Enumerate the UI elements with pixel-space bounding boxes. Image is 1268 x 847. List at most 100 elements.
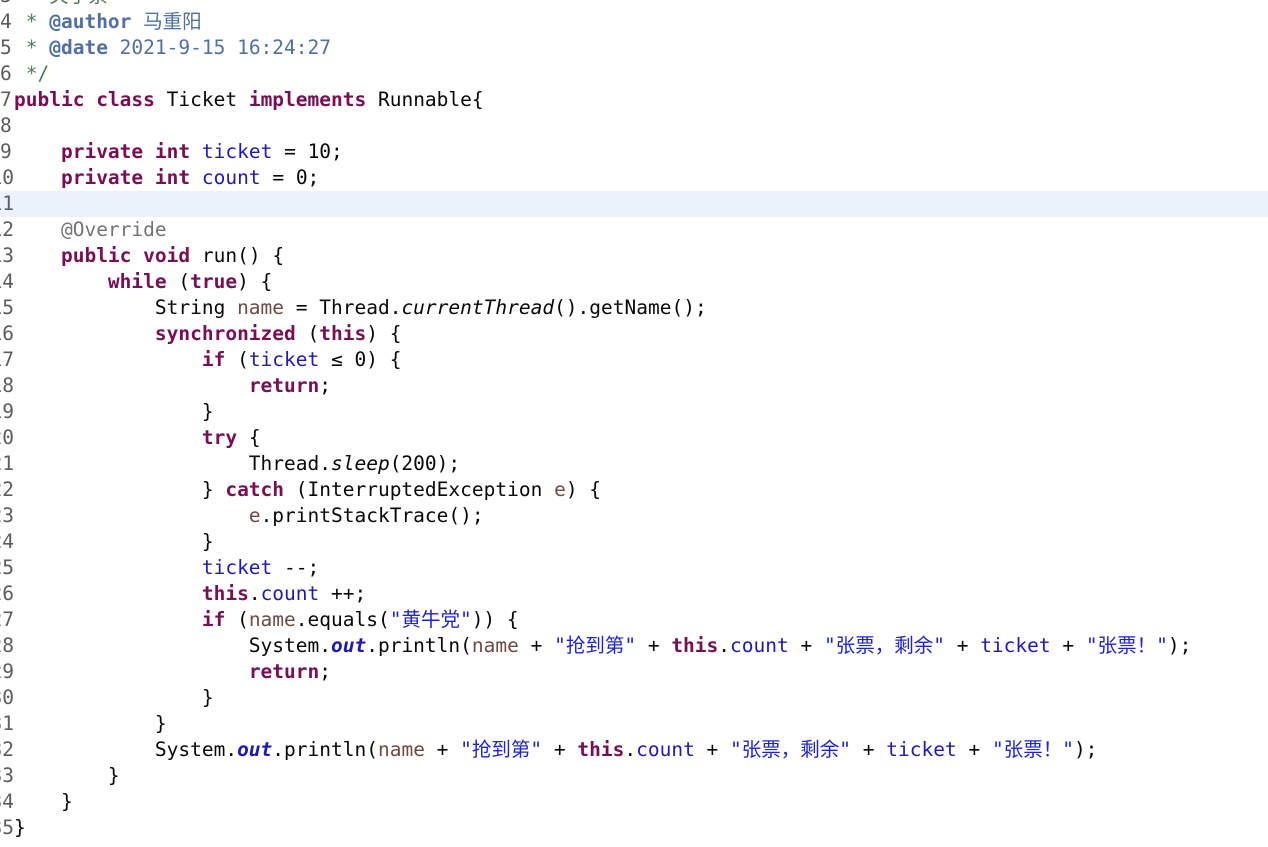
code-line[interactable]: 7 public class Ticket implements Runnable… [0, 87, 1268, 113]
code-line[interactable]: 28 System.out.println(name + "抢到第" + thi… [0, 633, 1268, 659]
code-line[interactable]: 24 } [0, 529, 1268, 555]
code-line[interactable]: 33 } [0, 763, 1268, 789]
code-token: + [694, 738, 731, 761]
code-token: ().getName(); [554, 296, 707, 319]
code-line[interactable]: 26 this.count ++; [0, 581, 1268, 607]
code-token: sleep [330, 452, 390, 475]
code-token: catch [225, 478, 285, 501]
code-token: e [248, 504, 261, 527]
code-token: ); [1167, 634, 1192, 657]
code-line[interactable]: 30 } [0, 685, 1268, 711]
code-text: if (name.equals("黄牛党")) { [14, 607, 519, 633]
code-token: ticket [980, 634, 1051, 657]
code-token: name [471, 634, 519, 657]
code-text: * @date 2021-9-15 16:24:27 [14, 35, 331, 61]
code-line[interactable]: 5 * @date 2021-9-15 16:24:27 [0, 35, 1268, 61]
code-token: * [14, 10, 50, 33]
code-token: } [14, 478, 226, 501]
code-token: return [248, 660, 320, 683]
code-editor[interactable]: 3 * 关于票4 * @author 马重阳5 * @date 2021-9-1… [0, 0, 1268, 847]
code-text: * @author 马重阳 [14, 9, 202, 35]
code-token: ); [1073, 738, 1098, 761]
code-token: run() { [190, 244, 285, 267]
code-token: ) { [565, 478, 602, 501]
code-token: @Override [60, 218, 167, 241]
code-text: e.printStackTrace(); [14, 503, 484, 529]
code-token: count [201, 166, 261, 189]
code-token: private [60, 166, 144, 189]
line-number: 34 [0, 790, 14, 813]
code-line[interactable]: 19 } [0, 399, 1268, 425]
code-token: this [577, 738, 625, 761]
code-line[interactable]: 15 String name = Thread.currentThread().… [0, 295, 1268, 321]
code-line[interactable]: 10 private int count = 0; [0, 165, 1268, 191]
line-number: 30 [0, 686, 14, 709]
line-number: 5 [0, 36, 12, 59]
code-line[interactable]: 13 public void run() { [0, 243, 1268, 269]
code-line[interactable]: 22 } catch (InterruptedException e) { [0, 477, 1268, 503]
code-line[interactable]: 32 System.out.println(name + "抢到第" + thi… [0, 737, 1268, 763]
code-token: 关于票 [49, 0, 108, 7]
code-token: .println( [366, 634, 472, 657]
line-number: 24 [0, 530, 14, 553]
code-line[interactable]: 18 return; [0, 373, 1268, 399]
code-text: } [14, 815, 26, 841]
code-token: Ticket [154, 88, 249, 111]
code-line[interactable]: 11 [0, 191, 1268, 217]
code-line[interactable]: 23 e.printStackTrace(); [0, 503, 1268, 529]
code-token: System. [14, 634, 331, 657]
code-line[interactable]: 34 } [0, 789, 1268, 815]
code-line[interactable]: 16 synchronized (this) { [0, 321, 1268, 347]
code-token: ( [166, 270, 191, 293]
code-text: Thread.sleep(200); [14, 451, 460, 477]
code-token: name [248, 608, 296, 631]
code-text: try { [14, 425, 261, 451]
code-line[interactable]: 27 if (name.equals("黄牛党")) { [0, 607, 1268, 633]
code-text: } [14, 399, 214, 425]
code-text: ticket --; [14, 555, 319, 581]
code-token: @date [49, 36, 108, 59]
code-line[interactable]: 21 Thread.sleep(200); [0, 451, 1268, 477]
code-line[interactable]: 14 while (true) { [0, 269, 1268, 295]
code-token: public [60, 244, 132, 267]
code-token: */ [14, 62, 50, 85]
code-line[interactable]: 31 } [0, 711, 1268, 737]
code-line[interactable]: 35} [0, 815, 1268, 841]
code-line[interactable]: 25 ticket --; [0, 555, 1268, 581]
code-token: (InterruptedException [284, 478, 555, 501]
line-number: 21 [0, 452, 14, 475]
line-number: 6 [0, 62, 12, 85]
code-line[interactable]: 12 @Override [0, 217, 1268, 243]
code-token: .println( [272, 738, 378, 761]
code-line[interactable]: 9 private int ticket = 10; [0, 139, 1268, 165]
code-token: ) { [237, 270, 273, 293]
code-token: currentThread [401, 296, 555, 319]
code-line[interactable]: 20 try { [0, 425, 1268, 451]
code-text: @Override [14, 217, 167, 243]
code-line[interactable]: 17 if (ticket ≤ 0) { [0, 347, 1268, 373]
code-line[interactable]: 6 */ [0, 61, 1268, 87]
line-number: 26 [0, 582, 14, 605]
code-line[interactable]: 8 [0, 113, 1268, 139]
code-token: * [14, 0, 49, 7]
code-token: } [14, 400, 214, 423]
code-token: return [248, 374, 320, 397]
line-number: 13 [0, 244, 14, 267]
code-line[interactable]: 29 return; [0, 659, 1268, 685]
code-token: (200); [389, 452, 461, 475]
code-token: .equals( [295, 608, 390, 631]
code-token: count [260, 582, 320, 605]
code-token: this [201, 582, 249, 605]
code-token: true [190, 270, 238, 293]
code-token: "抢到第" [554, 634, 637, 657]
code-line[interactable]: 4 * @author 马重阳 [0, 9, 1268, 35]
line-number: 16 [0, 322, 14, 345]
code-line[interactable]: 3 * 关于票 [0, 0, 1268, 9]
